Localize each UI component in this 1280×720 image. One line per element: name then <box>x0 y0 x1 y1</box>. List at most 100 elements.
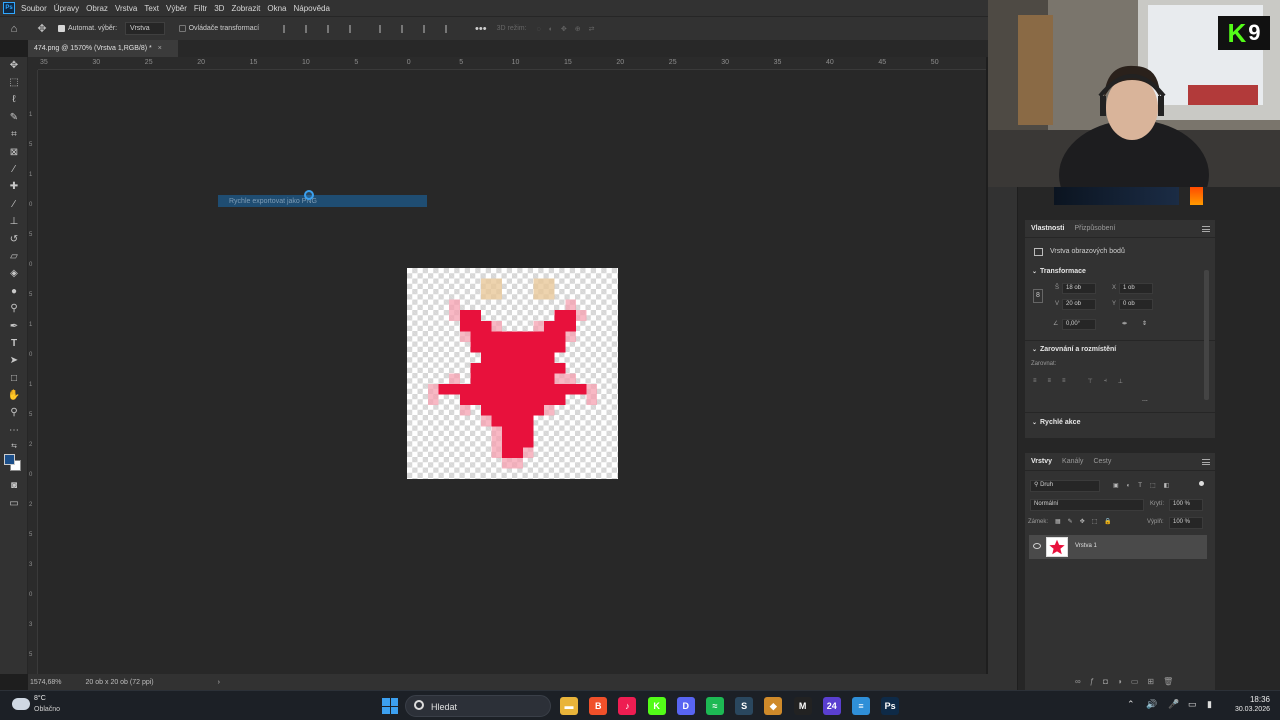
lasso-tool-icon[interactable]: ℓ <box>7 94 21 106</box>
weather-description[interactable]: Oblačno <box>34 706 60 713</box>
more-tools-icon[interactable]: ⋯ <box>7 425 21 437</box>
align-right-icon[interactable]: ≡ <box>1062 378 1066 385</box>
weather-temperature[interactable]: 8°C <box>34 695 46 702</box>
menu-zobrazit[interactable]: Zobrazit <box>231 4 260 13</box>
height-field[interactable]: 20 ob <box>1062 299 1096 310</box>
kick-icon[interactable]: K <box>647 697 666 715</box>
status-arrow-icon[interactable]: › <box>218 679 220 686</box>
collapse-quick-actions-icon[interactable]: ⌄ <box>1032 419 1037 426</box>
marquee-tool-icon[interactable]: ⬚ <box>7 77 21 89</box>
notes-icon[interactable]: ≡ <box>852 697 870 715</box>
menu-vyber[interactable]: Výběr <box>166 4 187 13</box>
layer-actions-icons[interactable]: ∞ƒ◘◑▭⊞🗑 <box>1075 677 1182 686</box>
x-field[interactable]: 1 ob <box>1119 283 1153 294</box>
menu-3d[interactable]: 3D <box>214 4 224 13</box>
layer-filter-dropdown[interactable]: ⚲ Druh <box>1030 480 1100 492</box>
horizontal-ruler[interactable]: 35 30 25 20 15 10 5 0 5 10 15 20 25 30 35 40 45 50 <box>38 57 986 70</box>
layer-row[interactable]: Vrstva 1 <box>1029 535 1207 559</box>
align-top-icon[interactable] <box>379 24 389 33</box>
more-options-icon[interactable]: ... <box>1142 396 1148 403</box>
close-tab-icon[interactable]: × <box>158 45 162 52</box>
photoshop-logo-icon[interactable]: Ps <box>3 2 15 14</box>
layer-name[interactable]: Vrstva 1 <box>1075 543 1097 549</box>
tiktok-icon[interactable]: ♪ <box>618 697 637 715</box>
move-tool-icon[interactable]: ✥ <box>34 21 50 37</box>
photoshop-icon[interactable]: Ps <box>881 697 900 715</box>
tab-vlastnosti[interactable]: Vlastnosti <box>1031 225 1064 232</box>
align-middle-icon[interactable] <box>401 24 411 33</box>
history-brush-icon[interactable]: ↺ <box>7 234 21 246</box>
transform-header[interactable]: Transformace <box>1040 268 1086 275</box>
quick-export-menu-item[interactable]: Rychle exportovat jako PNG <box>218 195 427 207</box>
quick-actions-header[interactable]: Rychlé akce <box>1040 419 1080 426</box>
canvas-area[interactable]: Rychle exportovat jako PNG <box>38 70 986 674</box>
eyedropper-tool-icon[interactable]: ⁄ <box>7 164 21 176</box>
angle-field[interactable]: 0,00° <box>1062 319 1096 330</box>
visibility-eye-icon[interactable] <box>1033 543 1041 549</box>
start-button-icon[interactable] <box>382 698 398 714</box>
align-left-icon[interactable]: ≡ <box>1033 378 1037 385</box>
file-explorer-icon[interactable]: ▬ <box>560 697 578 715</box>
align-left-icon[interactable] <box>283 24 293 33</box>
tab-vrstvy[interactable]: Vrstvy <box>1031 458 1052 465</box>
width-field[interactable]: 18 ob <box>1062 283 1096 294</box>
cloud-icon[interactable] <box>12 698 30 710</box>
frame-tool-icon[interactable]: ⊠ <box>7 147 21 159</box>
crop-tool-icon[interactable]: ⌗ <box>7 129 21 141</box>
align-top-icon[interactable]: ⊤ <box>1088 378 1093 385</box>
menu-obraz[interactable]: Obraz <box>86 4 108 13</box>
align-vcenter-icon[interactable]: ⫞ <box>1104 378 1107 385</box>
gradient-tool-icon[interactable]: ◈ <box>7 268 21 280</box>
filter-toggle-icon[interactable] <box>1199 481 1204 486</box>
flip-horizontal-icon[interactable]: ⇹ <box>1122 320 1127 327</box>
menu-filtr[interactable]: Filtr <box>194 4 207 13</box>
opacity-field[interactable]: 100 % <box>1169 499 1203 511</box>
zoom-tool-icon[interactable]: ⚲ <box>7 407 21 419</box>
spotify-icon[interactable]: ≈ <box>706 697 724 715</box>
app-24-icon[interactable]: 24 <box>822 697 841 715</box>
zoom-level[interactable]: 1574,68% <box>30 679 62 686</box>
screen-mode-icon[interactable]: ▭ <box>7 498 21 510</box>
network-icon[interactable]: ▭ <box>1188 699 1197 710</box>
align-distribute-icon[interactable] <box>349 24 359 33</box>
tab-kanaly[interactable]: Kanály <box>1062 458 1083 465</box>
path-select-tool-icon[interactable]: ➤ <box>7 355 21 367</box>
capcut-icon[interactable]: M <box>793 697 812 715</box>
clock-date[interactable]: 30.03.2026 <box>1225 706 1270 713</box>
discord-icon[interactable]: D <box>676 697 695 715</box>
flip-vertical-icon[interactable]: ⇕ <box>1142 320 1147 327</box>
home-icon[interactable]: ⌂ <box>6 21 22 37</box>
battery-icon[interactable]: ▮ <box>1207 699 1212 710</box>
layers-menu-icon[interactable] <box>1202 459 1210 465</box>
quick-mask-icon[interactable]: ◙ <box>7 480 21 492</box>
quick-select-tool-icon[interactable]: ✎ <box>7 112 21 124</box>
tray-overflow-icon[interactable]: ⌃ <box>1127 699 1135 710</box>
color-swatch[interactable] <box>1190 187 1203 205</box>
align-hcenter-icon[interactable]: ≡ <box>1048 378 1052 385</box>
auto-select-dropdown[interactable]: Vrstva <box>125 22 165 35</box>
hand-tool-icon[interactable]: ✋ <box>7 390 21 402</box>
brush-tool-icon[interactable]: ∕ <box>7 199 21 211</box>
tab-prizpusobeni[interactable]: Přizpůsobení <box>1074 225 1115 232</box>
align-right-icon[interactable] <box>327 24 337 33</box>
foreground-color-swatch[interactable] <box>4 454 15 465</box>
rectangle-tool-icon[interactable]: □ <box>7 373 21 385</box>
menu-vrstva[interactable]: Vrstva <box>115 4 137 13</box>
dodge-tool-icon[interactable]: ⚲ <box>7 303 21 315</box>
pen-tool-icon[interactable]: ✒ <box>7 321 21 333</box>
layer-filter-icons[interactable]: ▣◐T⬚◧ <box>1113 482 1177 489</box>
menu-text[interactable]: Text <box>144 4 159 13</box>
menu-napoveda[interactable]: Nápověda <box>293 4 329 13</box>
ellipsis-icon[interactable]: ••• <box>475 23 487 35</box>
document-tab[interactable]: 474.png @ 1570% (Vrstva 1,RGB/8) * × <box>28 40 178 57</box>
blur-tool-icon[interactable]: ● <box>7 286 21 298</box>
transform-controls-checkbox[interactable] <box>178 25 186 32</box>
menu-soubor[interactable]: Soubor <box>21 4 47 13</box>
collapse-transform-icon[interactable]: ⌄ <box>1032 268 1037 275</box>
move-tool-icon[interactable]: ✥ <box>7 60 21 72</box>
align-center-icon[interactable] <box>305 24 315 33</box>
steam-icon[interactable]: S <box>735 697 754 715</box>
menu-okna[interactable]: Okna <box>267 4 286 13</box>
align-bottom-icon[interactable]: ⊥ <box>1118 378 1123 385</box>
properties-scrollbar[interactable] <box>1204 270 1209 400</box>
